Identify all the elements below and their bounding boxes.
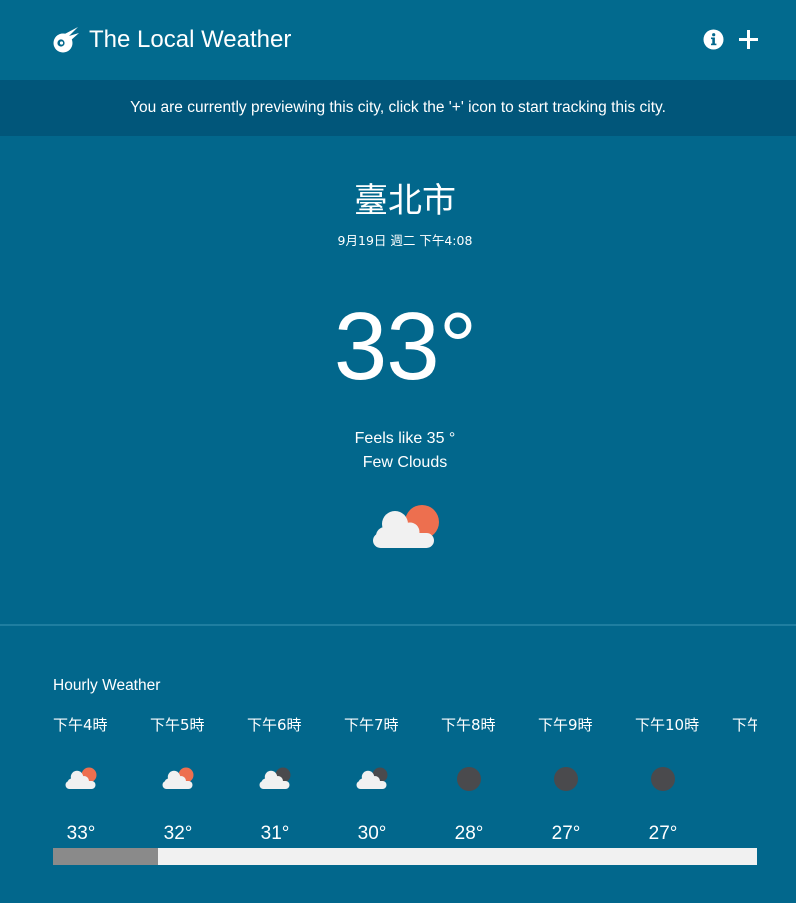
hourly-temperature: 33° <box>66 823 96 844</box>
current-temperature: 33° <box>333 293 477 400</box>
hourly-item: 下午10時 27° <box>635 712 725 848</box>
hourly-time: 下午7時 <box>344 716 399 734</box>
hourly-item: 下午4時 33° <box>53 712 143 848</box>
hourly-item: 下午11時 <box>732 712 757 848</box>
hourly-scrollbar-thumb[interactable] <box>53 848 158 865</box>
hourly-time: 下午8時 <box>441 716 496 734</box>
few-clouds-day-icon <box>65 767 97 789</box>
hourly-weather-title: Hourly Weather <box>53 677 161 694</box>
info-icon[interactable] <box>703 29 724 50</box>
hourly-temperature: 27° <box>551 823 581 844</box>
hourly-item: 下午8時 28° <box>441 712 531 848</box>
hourly-item: 下午6時 31° <box>247 712 337 848</box>
clear-night-icon <box>651 767 675 791</box>
section-divider <box>0 624 796 626</box>
few-clouds-day-icon <box>162 767 194 789</box>
hourly-temperature: 32° <box>163 823 193 844</box>
hourly-item: 下午9時 27° <box>538 712 628 848</box>
preview-banner-text: You are currently previewing this city, … <box>130 99 666 116</box>
app-header: The Local Weather <box>0 0 796 80</box>
clear-night-icon <box>457 767 481 791</box>
hourly-scrollbar[interactable] <box>53 848 757 865</box>
few-clouds-night-icon <box>356 767 388 789</box>
hourly-temperature: 30° <box>357 823 387 844</box>
plus-icon[interactable] <box>738 29 759 50</box>
clear-night-icon <box>554 767 578 791</box>
hourly-forecast-list: 下午4時 33° 下午5時 32° 下午6時 31° 下午7時 30° 下午8時 28° 下午9時 2… <box>53 712 757 848</box>
hourly-temperature: 28° <box>454 823 484 844</box>
preview-banner: You are currently previewing this city, … <box>0 80 796 136</box>
weather-app: The Local Weather You are currently prev… <box>0 0 796 903</box>
current-datetime: 9月19日 週二 下午4:08 <box>337 233 473 248</box>
hourly-time: 下午4時 <box>53 716 108 734</box>
feels-like: Feels like 35 ° <box>354 430 456 447</box>
meteor-icon <box>53 27 79 53</box>
hourly-item: 下午7時 30° <box>344 712 434 848</box>
hourly-time: 下午6時 <box>247 716 302 734</box>
hourly-time: 下午11時 <box>732 716 757 734</box>
hourly-time: 下午10時 <box>635 716 700 734</box>
hourly-temperature: 27° <box>648 823 678 844</box>
city-name: 臺北市 <box>354 181 456 221</box>
weather-description: Few Clouds <box>362 454 448 471</box>
hourly-item: 下午5時 32° <box>150 712 240 848</box>
app-title: The Local Weather <box>89 26 292 53</box>
few-clouds-day-icon <box>373 505 439 548</box>
hourly-time: 下午9時 <box>538 716 593 734</box>
few-clouds-night-icon <box>259 767 291 789</box>
hourly-time: 下午5時 <box>150 716 205 734</box>
hourly-temperature: 31° <box>260 823 290 844</box>
